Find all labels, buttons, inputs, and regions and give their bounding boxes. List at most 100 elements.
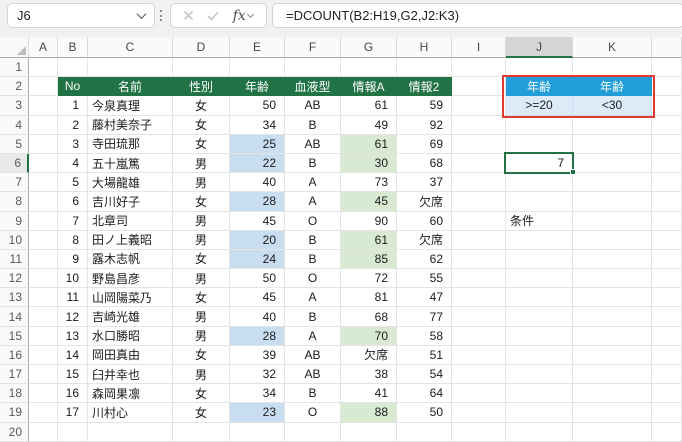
- row-header-16[interactable]: 16: [0, 345, 29, 365]
- cell-H20[interactable]: [397, 422, 452, 442]
- cell-L13[interactable]: [652, 288, 682, 308]
- cell-D20[interactable]: [173, 422, 230, 442]
- cell-D19[interactable]: 女: [173, 403, 230, 423]
- cell-A9[interactable]: [29, 211, 58, 231]
- cell-B17[interactable]: 15: [58, 365, 88, 385]
- cell-D6[interactable]: 男: [173, 153, 230, 174]
- cell-C16[interactable]: 岡田真由: [88, 345, 173, 365]
- cell-B14[interactable]: 12: [58, 307, 88, 327]
- row-header-19[interactable]: 19: [0, 403, 29, 423]
- cell-C11[interactable]: 露木志帆: [88, 249, 173, 270]
- cell-K14[interactable]: [573, 307, 652, 327]
- cell-A1[interactable]: [29, 58, 58, 78]
- cell-E9[interactable]: 45: [230, 211, 285, 231]
- cell-H1[interactable]: [397, 58, 452, 78]
- cell-I5[interactable]: [452, 134, 506, 154]
- cell-G19[interactable]: 88: [341, 403, 397, 423]
- cell-H19[interactable]: 50: [397, 403, 452, 423]
- cell-A3[interactable]: [29, 96, 58, 116]
- cell-D17[interactable]: 男: [173, 365, 230, 385]
- cell-D11[interactable]: 女: [173, 249, 230, 270]
- cell-C1[interactable]: [88, 58, 173, 78]
- cell-J4[interactable]: [506, 115, 573, 135]
- cell-D2[interactable]: 性別: [173, 77, 230, 97]
- cell-A18[interactable]: [29, 384, 58, 404]
- cell-A4[interactable]: [29, 115, 58, 135]
- formula-input[interactable]: =DCOUNT(B2:H19,G2,J2:K3): [272, 3, 682, 28]
- cell-I2[interactable]: [452, 77, 506, 97]
- cell-K10[interactable]: [573, 230, 652, 250]
- cell-F13[interactable]: A: [285, 288, 341, 308]
- cell-G14[interactable]: 68: [341, 307, 397, 327]
- cell-J5[interactable]: [506, 134, 573, 154]
- cell-C7[interactable]: 大場龍雄: [88, 173, 173, 193]
- cell-E17[interactable]: 32: [230, 365, 285, 385]
- cell-F10[interactable]: B: [285, 230, 341, 250]
- cell-H8[interactable]: 欠席: [397, 192, 452, 212]
- cell-F20[interactable]: [285, 422, 341, 442]
- row-header-5[interactable]: 5: [0, 134, 29, 154]
- cell-L10[interactable]: [652, 230, 682, 250]
- cell-J19[interactable]: [506, 403, 573, 423]
- cell-K4[interactable]: [573, 115, 652, 135]
- cell-K18[interactable]: [573, 384, 652, 404]
- cell-E12[interactable]: 50: [230, 269, 285, 289]
- column-header-L[interactable]: [652, 37, 682, 58]
- cell-E6[interactable]: 22: [230, 153, 285, 174]
- cell-K15[interactable]: [573, 326, 652, 346]
- cell-L14[interactable]: [652, 307, 682, 327]
- cell-L17[interactable]: [652, 365, 682, 385]
- cell-J20[interactable]: [506, 422, 573, 442]
- cell-A7[interactable]: [29, 173, 58, 193]
- row-header-4[interactable]: 4: [0, 115, 29, 135]
- cell-C8[interactable]: 吉川好子: [88, 192, 173, 212]
- cell-I7[interactable]: [452, 173, 506, 193]
- cell-A8[interactable]: [29, 192, 58, 212]
- cancel-button[interactable]: [177, 5, 199, 26]
- cell-B9[interactable]: 7: [58, 211, 88, 231]
- cell-J9[interactable]: 条件: [506, 211, 573, 231]
- cell-B3[interactable]: 1: [58, 96, 88, 116]
- cell-J1[interactable]: [506, 58, 573, 78]
- cell-A2[interactable]: [29, 77, 58, 97]
- row-header-17[interactable]: 17: [0, 365, 29, 385]
- cell-I11[interactable]: [452, 249, 506, 270]
- cell-H7[interactable]: 37: [397, 173, 452, 193]
- cell-L1[interactable]: [652, 58, 682, 78]
- row-header-7[interactable]: 7: [0, 173, 29, 193]
- cell-H5[interactable]: 69: [397, 134, 452, 154]
- row-header-13[interactable]: 13: [0, 288, 29, 308]
- cell-H4[interactable]: 92: [397, 115, 452, 135]
- name-box[interactable]: J6: [7, 3, 155, 28]
- cell-J2[interactable]: 年齢: [506, 77, 573, 97]
- cell-B2[interactable]: No: [58, 77, 88, 97]
- cell-G8[interactable]: 45: [341, 192, 397, 212]
- cell-C3[interactable]: 今泉真理: [88, 96, 173, 116]
- column-header-H[interactable]: H: [397, 37, 452, 58]
- cell-H10[interactable]: 欠席: [397, 230, 452, 250]
- row-header-9[interactable]: 9: [0, 211, 29, 231]
- row-header-12[interactable]: 12: [0, 269, 29, 289]
- cell-E8[interactable]: 28: [230, 192, 285, 212]
- cell-E2[interactable]: 年齢: [230, 77, 285, 97]
- cell-F8[interactable]: A: [285, 192, 341, 212]
- cell-B19[interactable]: 17: [58, 403, 88, 423]
- cell-D12[interactable]: 男: [173, 269, 230, 289]
- cell-I18[interactable]: [452, 384, 506, 404]
- column-header-I[interactable]: I: [452, 37, 506, 58]
- cell-B5[interactable]: 3: [58, 134, 88, 154]
- cell-F6[interactable]: B: [285, 153, 341, 174]
- enter-button[interactable]: [202, 5, 224, 26]
- cell-B10[interactable]: 8: [58, 230, 88, 250]
- cell-A6[interactable]: [29, 153, 58, 174]
- cell-I19[interactable]: [452, 403, 506, 423]
- cell-G6[interactable]: 30: [341, 153, 397, 174]
- cell-A10[interactable]: [29, 230, 58, 250]
- cell-G4[interactable]: 49: [341, 115, 397, 135]
- cell-B11[interactable]: 9: [58, 249, 88, 270]
- cell-J16[interactable]: [506, 345, 573, 365]
- row-header-11[interactable]: 11: [0, 249, 29, 270]
- cell-K19[interactable]: [573, 403, 652, 423]
- cell-H13[interactable]: 47: [397, 288, 452, 308]
- cell-D1[interactable]: [173, 58, 230, 78]
